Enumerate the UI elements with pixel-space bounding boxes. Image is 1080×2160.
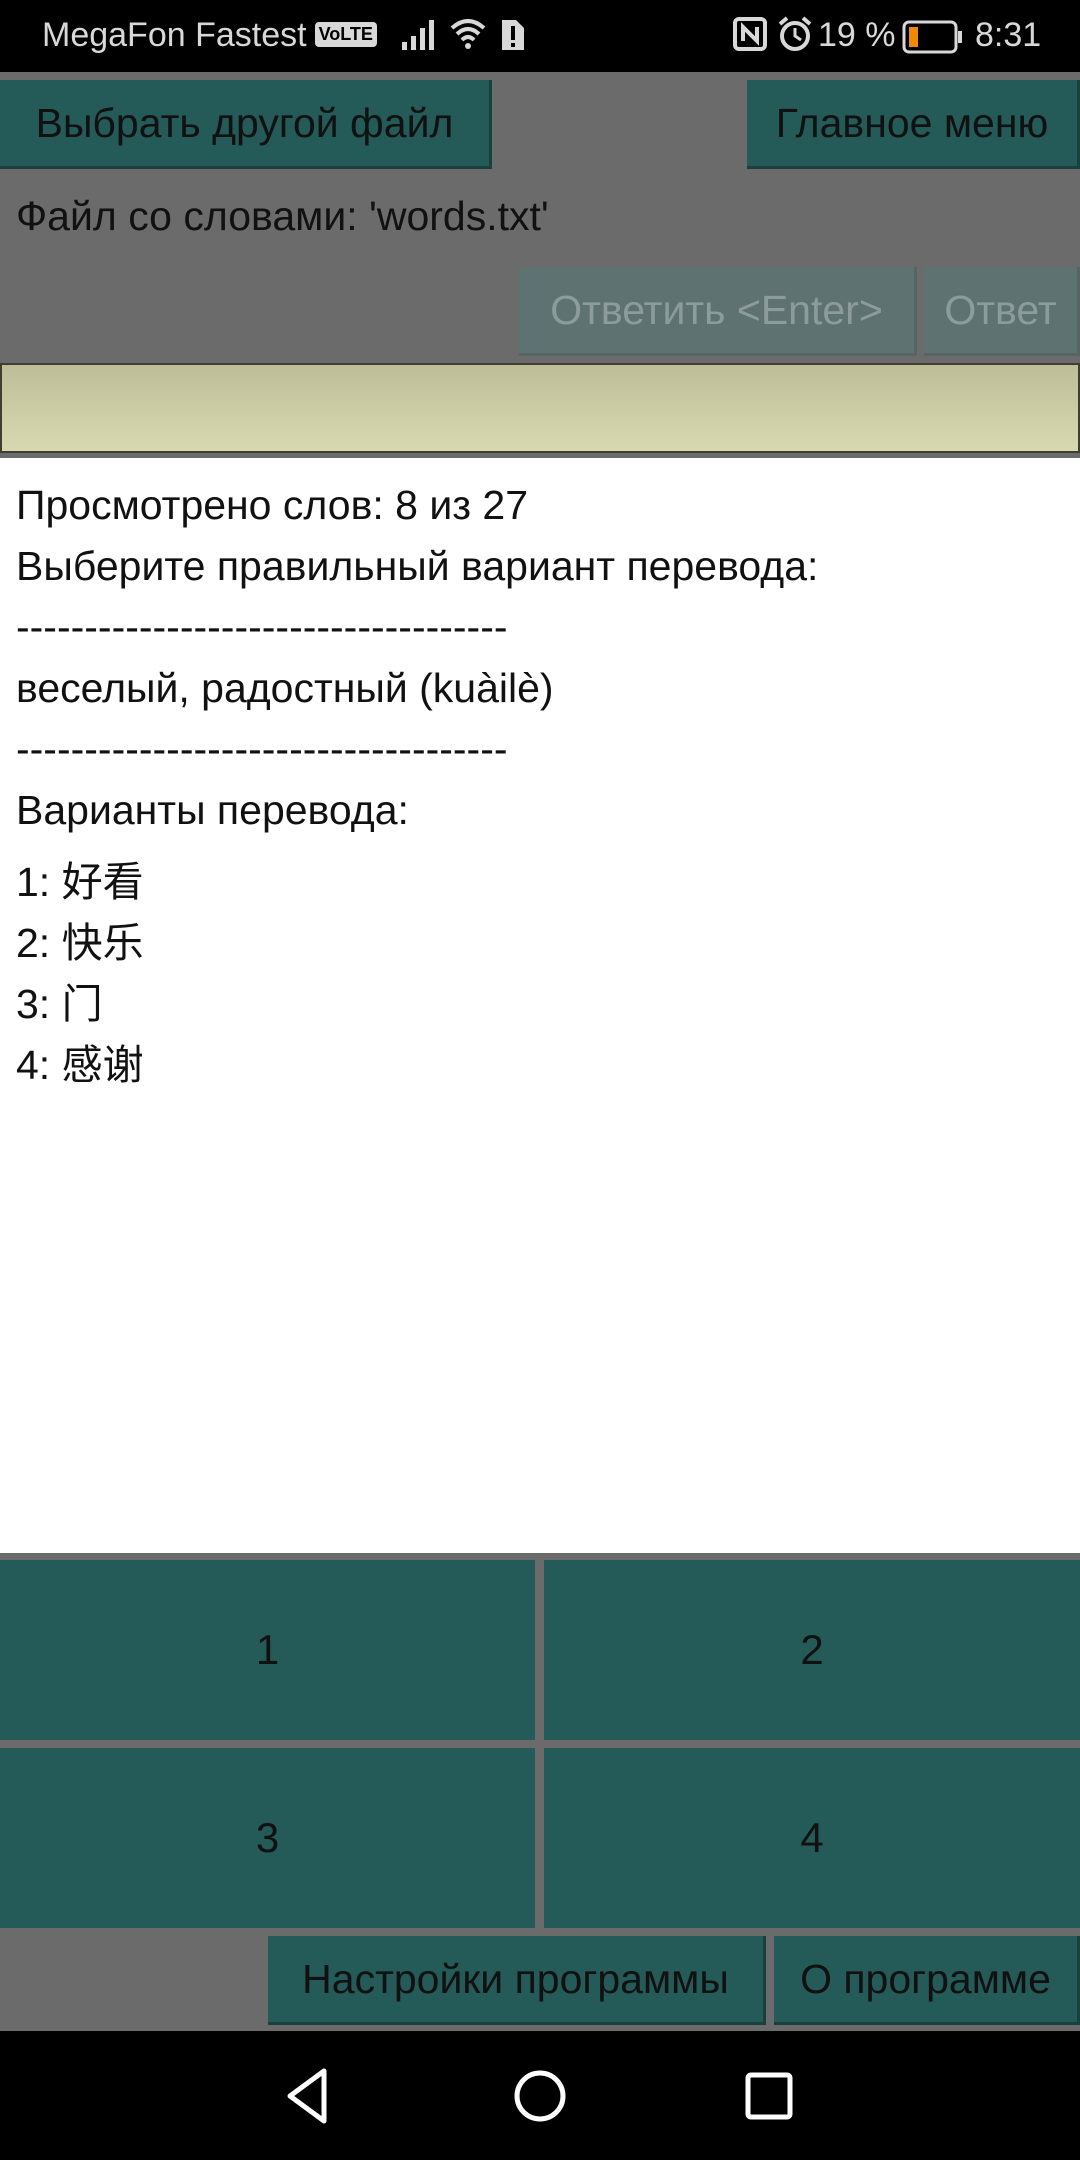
option-button-3[interactable]: 3: [0, 1748, 535, 1928]
option-button-4[interactable]: 4: [544, 1748, 1080, 1928]
sim-alert-icon: [500, 14, 526, 63]
quiz-content: Просмотрено слов: 8 из 27 Выберите прави…: [0, 458, 1080, 1553]
answer-input[interactable]: [0, 363, 1080, 453]
carrier-label: MegaFon Fastest: [42, 16, 307, 54]
option-line-4: 4: 感谢: [16, 1042, 144, 1088]
home-icon[interactable]: [505, 2061, 575, 2131]
quiz-word: веселый, радостный (kuàilè): [16, 665, 554, 711]
option-line-1: 1: 好看: [16, 859, 144, 905]
clock: 8:31: [975, 16, 1042, 54]
battery-percent: 19 %: [818, 16, 896, 54]
carrier-name: MegaFon Fastest VoLTE: [42, 16, 377, 55]
answer-enter-button[interactable]: Ответить <Enter>: [519, 267, 917, 356]
battery-icon: [902, 20, 964, 63]
option-line-2: 2: 快乐: [16, 920, 144, 966]
option-button-1[interactable]: 1: [0, 1560, 535, 1740]
app-screen: MegaFon Fastest VoLTE 19 % 8:31 Выбрать …: [0, 0, 1080, 2160]
system-nav-bar: [0, 2031, 1080, 2160]
back-icon[interactable]: [274, 2061, 344, 2131]
main-menu-button[interactable]: Главное меню: [747, 80, 1080, 169]
option-button-2[interactable]: 2: [544, 1560, 1080, 1740]
separator-bottom: ------------------------------------: [16, 726, 508, 772]
wifi-icon: [448, 14, 488, 63]
separator-top: ------------------------------------: [16, 604, 508, 650]
signal-icon: [400, 14, 440, 63]
instruction-text: Выберите правильный вариант перевода:: [16, 543, 819, 589]
choose-file-button[interactable]: Выбрать другой файл: [0, 80, 492, 169]
about-button[interactable]: О программе: [774, 1936, 1080, 2025]
show-answer-button[interactable]: Ответ: [924, 267, 1080, 356]
nfc-icon: [732, 14, 768, 63]
alarm-icon: [776, 14, 814, 63]
option-line-3: 3: 门: [16, 981, 103, 1027]
options-heading: Варианты перевода:: [16, 787, 409, 833]
progress-text: Просмотрено слов: 8 из 27: [16, 482, 529, 528]
settings-button[interactable]: Настройки программы: [268, 1936, 766, 2025]
file-name-label: Файл со словами: 'words.txt': [16, 193, 549, 239]
status-bar: MegaFon Fastest VoLTE 19 % 8:31: [0, 0, 1080, 72]
volte-badge: VoLTE: [314, 22, 377, 47]
recents-icon[interactable]: [734, 2061, 804, 2131]
